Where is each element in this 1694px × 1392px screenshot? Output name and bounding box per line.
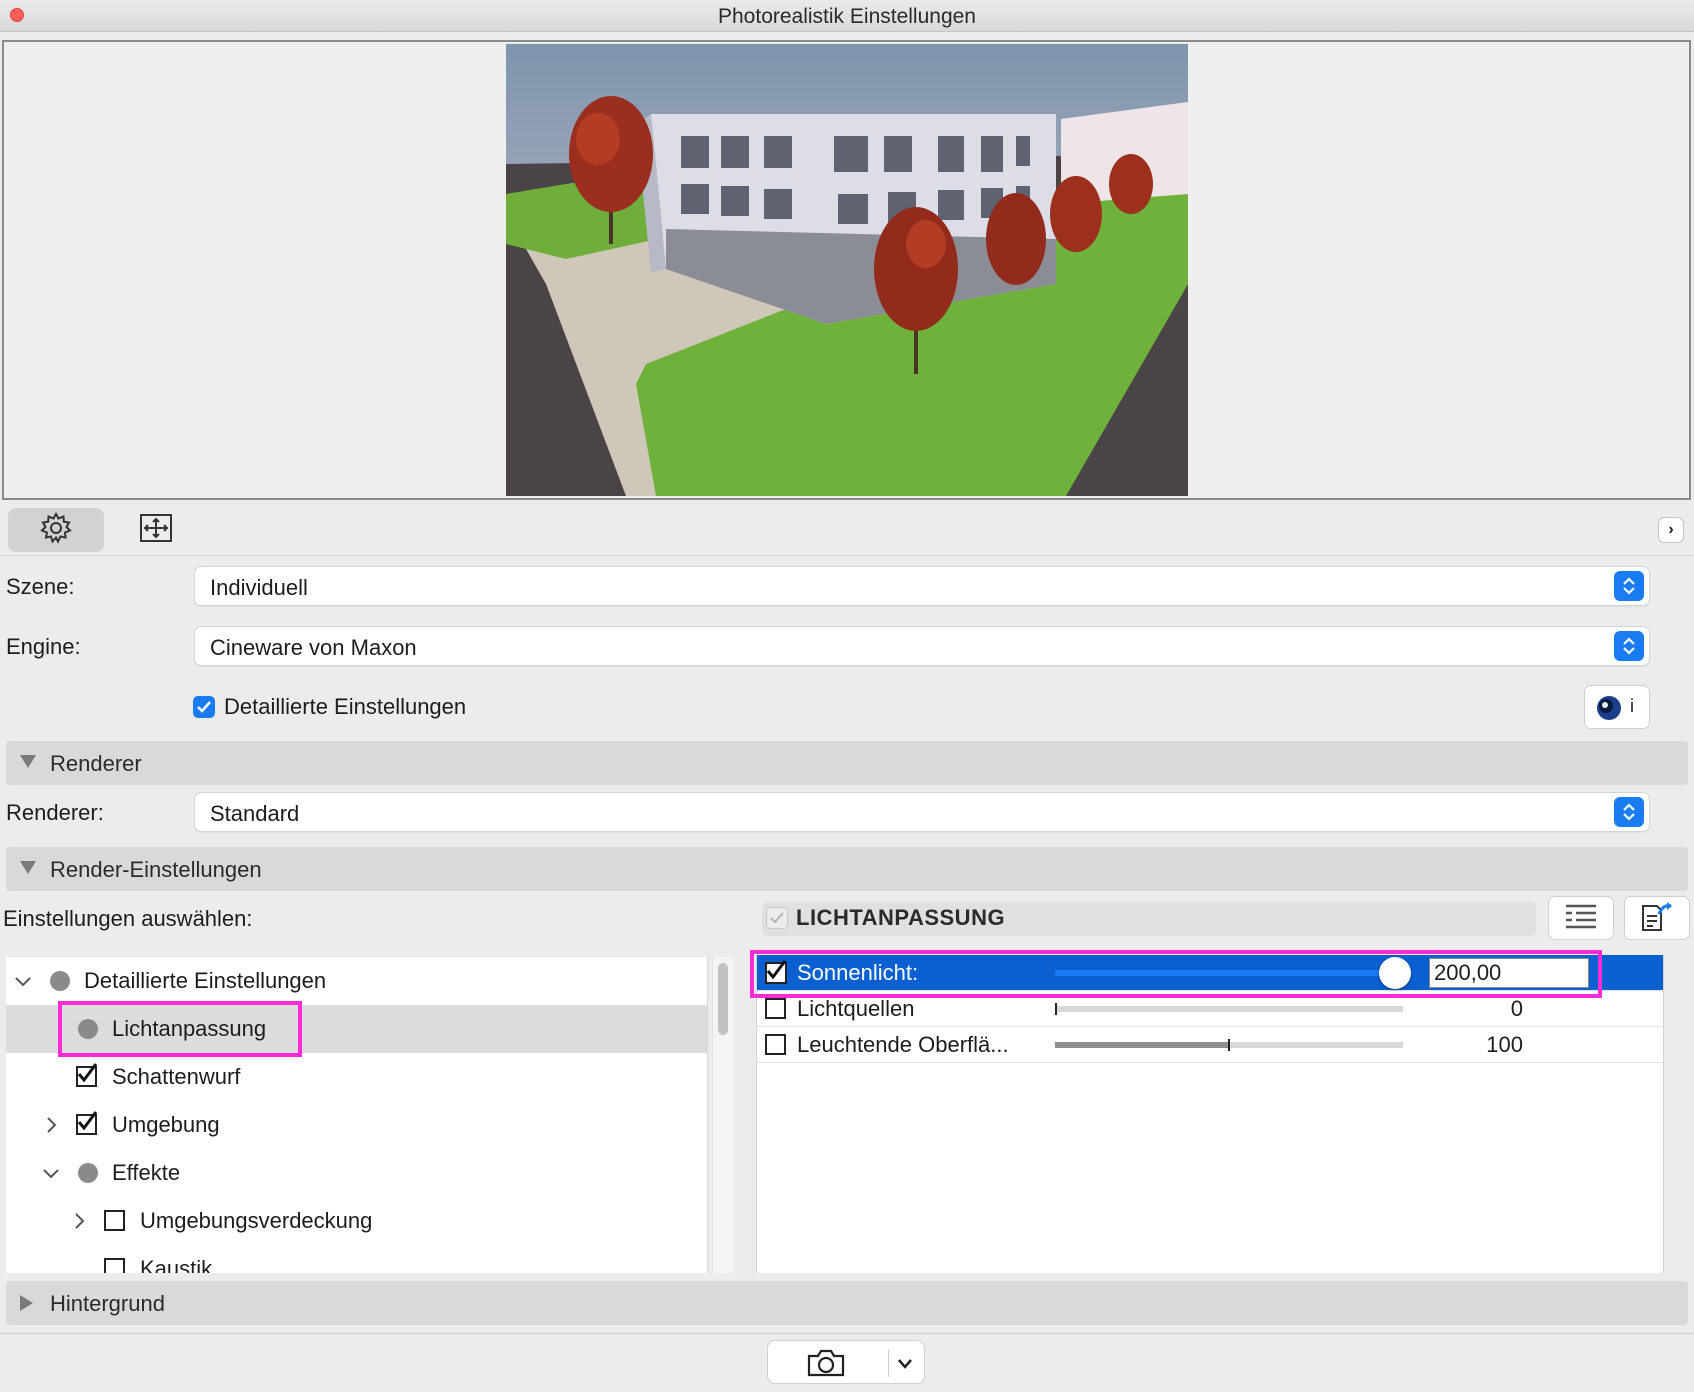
engine-select[interactable]: Cineware von Maxon	[194, 626, 1650, 666]
leuchtende-oberflaechen-slider[interactable]	[1055, 1039, 1403, 1051]
view-frame-tab-button[interactable]	[108, 508, 204, 552]
tree-item-label: Umgebungsverdeckung	[140, 1208, 373, 1233]
schattenwurf-checkbox[interactable]	[76, 1063, 98, 1087]
light-settings-table: Sonnenlicht: 200,00 Lichtquellen 0 Leuch…	[756, 955, 1664, 1273]
render-preview-image	[506, 44, 1188, 496]
gear-icon	[39, 511, 73, 550]
settings-tab-button[interactable]	[8, 508, 104, 552]
kaustik-checkbox[interactable]	[104, 1258, 125, 1273]
triangle-right-icon	[20, 1295, 34, 1316]
export-settings-button[interactable]	[1624, 896, 1690, 940]
tree-item-label: Schattenwurf	[112, 1064, 241, 1089]
chevron-down-icon	[14, 975, 32, 993]
engine-label: Engine:	[6, 634, 81, 659]
triangle-down-icon	[20, 755, 36, 774]
status-dot-icon	[78, 1163, 98, 1183]
tree-item-detailed[interactable]: Detaillierte Einstellungen	[6, 957, 707, 1005]
render-settings-section-title: Render-Einstellungen	[50, 857, 262, 882]
background-section-title: Hintergrund	[50, 1291, 165, 1316]
detailed-settings-label: Detaillierte Einstellungen	[224, 694, 467, 719]
tree-item-label: Kaustik	[140, 1256, 213, 1273]
slider-fill	[1055, 1042, 1229, 1048]
tree-scrollbar[interactable]	[712, 957, 734, 1273]
tree-item-schattenwurf[interactable]: Schattenwurf	[6, 1053, 707, 1101]
scrollbar-thumb[interactable]	[718, 963, 728, 1035]
tree-item-umgebung[interactable]: Umgebung	[6, 1101, 707, 1149]
status-dot-icon	[50, 971, 70, 991]
row-name: Leuchtende Oberflä...	[797, 1032, 1009, 1057]
cinema4d-logo-icon	[1595, 694, 1623, 727]
settings-toolbar: ›	[0, 502, 1694, 556]
export-doc-icon	[1639, 900, 1675, 937]
chevron-down-icon	[42, 1167, 60, 1185]
render-settings-section-header[interactable]: Render-Einstellungen	[6, 847, 1688, 891]
title-bar: Photorealistik Einstellungen	[0, 0, 1694, 32]
renderer-label: Renderer:	[6, 800, 104, 825]
table-row-leuchtende-oberflaechen[interactable]: Leuchtende Oberflä... 100	[757, 1027, 1663, 1063]
tree-item-kaustik[interactable]: Kaustik	[6, 1245, 707, 1273]
header-check-icon	[766, 907, 788, 929]
scene-select[interactable]: Individuell	[194, 566, 1650, 606]
umgebung-checkbox[interactable]	[76, 1111, 98, 1135]
leuchtende-oberflaechen-checkbox[interactable]	[765, 1034, 786, 1055]
render-preview-frame	[2, 40, 1691, 500]
umgebungsverdeckung-checkbox[interactable]	[104, 1210, 125, 1231]
chevron-down-icon[interactable]	[897, 1357, 913, 1375]
info-text: i	[1630, 696, 1634, 716]
cineware-info-button[interactable]: i	[1584, 685, 1650, 729]
render-photo-button[interactable]	[767, 1340, 925, 1384]
select-settings-label: Einstellungen auswählen:	[3, 906, 253, 931]
highlight-box	[58, 1001, 302, 1057]
detailed-settings-checkbox[interactable]	[193, 696, 215, 718]
stepper-icon	[1614, 571, 1644, 601]
button-separator	[888, 1349, 889, 1377]
chevron-right-icon	[74, 1212, 86, 1235]
chevron-right-icon	[46, 1116, 58, 1139]
panel-title: LICHTANPASSUNG	[796, 905, 1006, 930]
camera-icon	[806, 1348, 846, 1383]
stepper-icon	[1614, 631, 1644, 661]
background-section-header[interactable]: Hintergrund	[6, 1281, 1688, 1325]
triangle-down-icon	[20, 861, 36, 880]
tree-item-umgebungsverdeckung[interactable]: Umgebungsverdeckung	[6, 1197, 707, 1245]
tree-item-label: Detaillierte Einstellungen	[84, 968, 327, 993]
tree-item-effekte[interactable]: Effekte	[6, 1149, 707, 1197]
scene-value: Individuell	[210, 575, 308, 600]
slider-tick[interactable]	[1228, 1039, 1230, 1051]
list-view-button[interactable]	[1548, 896, 1614, 940]
leuchtende-oberflaechen-value: 100	[1486, 1032, 1523, 1057]
expand-panel-button[interactable]: ›	[1658, 517, 1684, 543]
chevron-right-icon: ›	[1668, 521, 1674, 538]
stepper-icon	[1614, 797, 1644, 827]
scene-label: Szene:	[6, 574, 75, 599]
slider-tick[interactable]	[1055, 1003, 1057, 1015]
bottom-bar	[0, 1333, 1694, 1392]
highlight-box	[750, 950, 1602, 998]
renderer-section-title: Renderer	[50, 751, 142, 776]
frame-icon	[139, 513, 173, 548]
renderer-select[interactable]: Standard	[194, 792, 1650, 832]
lichtquellen-checkbox[interactable]	[765, 998, 786, 1019]
window-title: Photorealistik Einstellungen	[718, 5, 976, 28]
row-name: Lichtquellen	[797, 996, 915, 1021]
list-tree-icon	[1564, 902, 1598, 935]
renderer-section-header[interactable]: Renderer	[6, 741, 1688, 785]
lichtanpassung-header: LICHTANPASSUNG	[762, 902, 1536, 936]
lichtquellen-slider[interactable]	[1055, 1003, 1403, 1015]
lichtquellen-value: 0	[1510, 996, 1523, 1021]
tree-item-label: Effekte	[112, 1160, 181, 1185]
tree-item-label: Umgebung	[112, 1112, 220, 1137]
renderer-value: Standard	[210, 801, 300, 826]
engine-value: Cineware von Maxon	[210, 635, 417, 660]
